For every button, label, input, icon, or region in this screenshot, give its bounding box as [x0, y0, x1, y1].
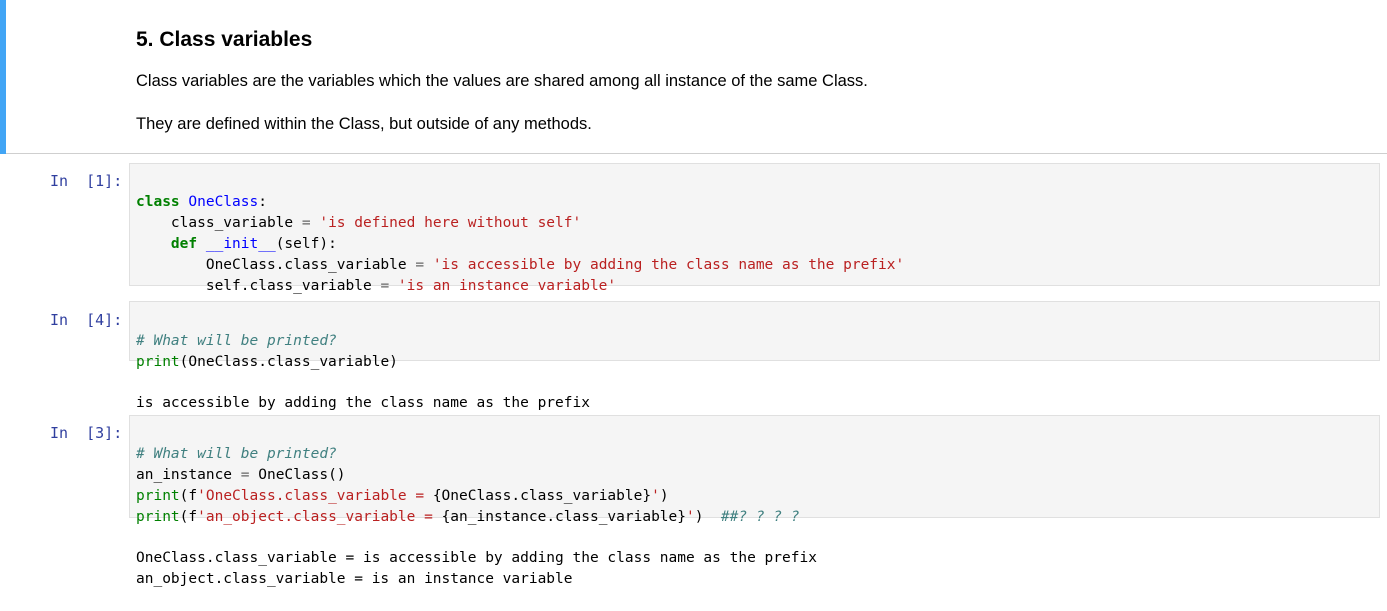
identifier: an_instance [136, 467, 241, 483]
code-line: OneClass.class_variable = 'is accessible… [136, 255, 904, 276]
fstring-interpolation: {OneClass.class_variable} [432, 488, 652, 504]
cell-1-prompt: In [1]: [50, 172, 123, 190]
string-literal: ' [651, 488, 660, 504]
output-line: is accessible by adding the class name a… [136, 395, 590, 411]
builtin-print: print [136, 488, 180, 504]
call-expr: OneClass() [249, 467, 346, 483]
comment: # What will be printed? [136, 446, 337, 462]
output-line: an_object.class_variable = is an instanc… [136, 571, 573, 587]
function-name: __init__ [205, 236, 276, 252]
class-name: OneClass [188, 194, 259, 210]
comment: ##? ? ? ? [703, 509, 800, 525]
paragraph-2: They are defined within the Class, but o… [136, 115, 592, 133]
paragraph-1: Class variables are the variables which … [136, 72, 868, 90]
fstring-prefix: (f [179, 488, 198, 504]
keyword-class: class [136, 194, 180, 210]
identifier: class_variable [136, 215, 302, 231]
builtin-print: print [136, 354, 180, 370]
string-literal: 'an_object.class_variable = [197, 509, 442, 525]
operator: = [301, 215, 311, 231]
code-line: print(f'OneClass.class_variable = {OneCl… [136, 486, 800, 507]
punct: : [258, 194, 267, 210]
cell-2-prompt: In [4]: [50, 311, 123, 329]
operator: = [380, 278, 390, 294]
code-line: # What will be printed? [136, 444, 800, 465]
operator: = [415, 257, 425, 273]
fstring-prefix: (f [179, 509, 198, 525]
code-line: class OneClass: [136, 192, 904, 213]
output-line: OneClass.class_variable = is accessible … [136, 550, 817, 566]
code-line: an_instance = OneClass() [136, 465, 800, 486]
fstring-interpolation: {an_instance.class_variable} [441, 509, 686, 525]
string-literal: 'is an instance variable' [389, 278, 617, 294]
cell-1-code: class OneClass: class_variable = 'is def… [136, 171, 904, 318]
code-line: print(f'an_object.class_variable = {an_i… [136, 507, 800, 528]
comment: # What will be printed? [136, 333, 337, 349]
section-heading: 5. Class variables [136, 28, 313, 51]
code-line: # What will be printed? [136, 331, 398, 352]
code-line: print(OneClass.class_variable) [136, 352, 398, 373]
punct: ) [659, 488, 669, 504]
markdown-cell[interactable]: 5. Class variables Class variables are t… [0, 0, 1387, 154]
builtin-print: print [136, 509, 180, 525]
code-line: def __init__(self): [136, 234, 904, 255]
string-literal: ' [686, 509, 695, 525]
string-literal: 'is defined here without self' [310, 215, 582, 231]
string-literal: 'is accessible by adding the class name … [424, 257, 905, 273]
identifier: OneClass.class_variable [136, 257, 416, 273]
params: (self): [275, 236, 337, 252]
identifier: self.class_variable [136, 278, 381, 294]
code-line: self.class_variable = 'is an instance va… [136, 276, 904, 297]
cell-3-prompt: In [3]: [50, 424, 123, 442]
string-literal: 'OneClass.class_variable = [197, 488, 433, 504]
call-args: (OneClass.class_variable) [179, 354, 398, 370]
selected-cell-indicator [0, 0, 6, 154]
operator: = [240, 467, 250, 483]
code-line: class_variable = 'is defined here withou… [136, 213, 904, 234]
keyword-def: def [170, 236, 198, 252]
cell-3-output: OneClass.class_variable = is accessible … [136, 527, 817, 611]
